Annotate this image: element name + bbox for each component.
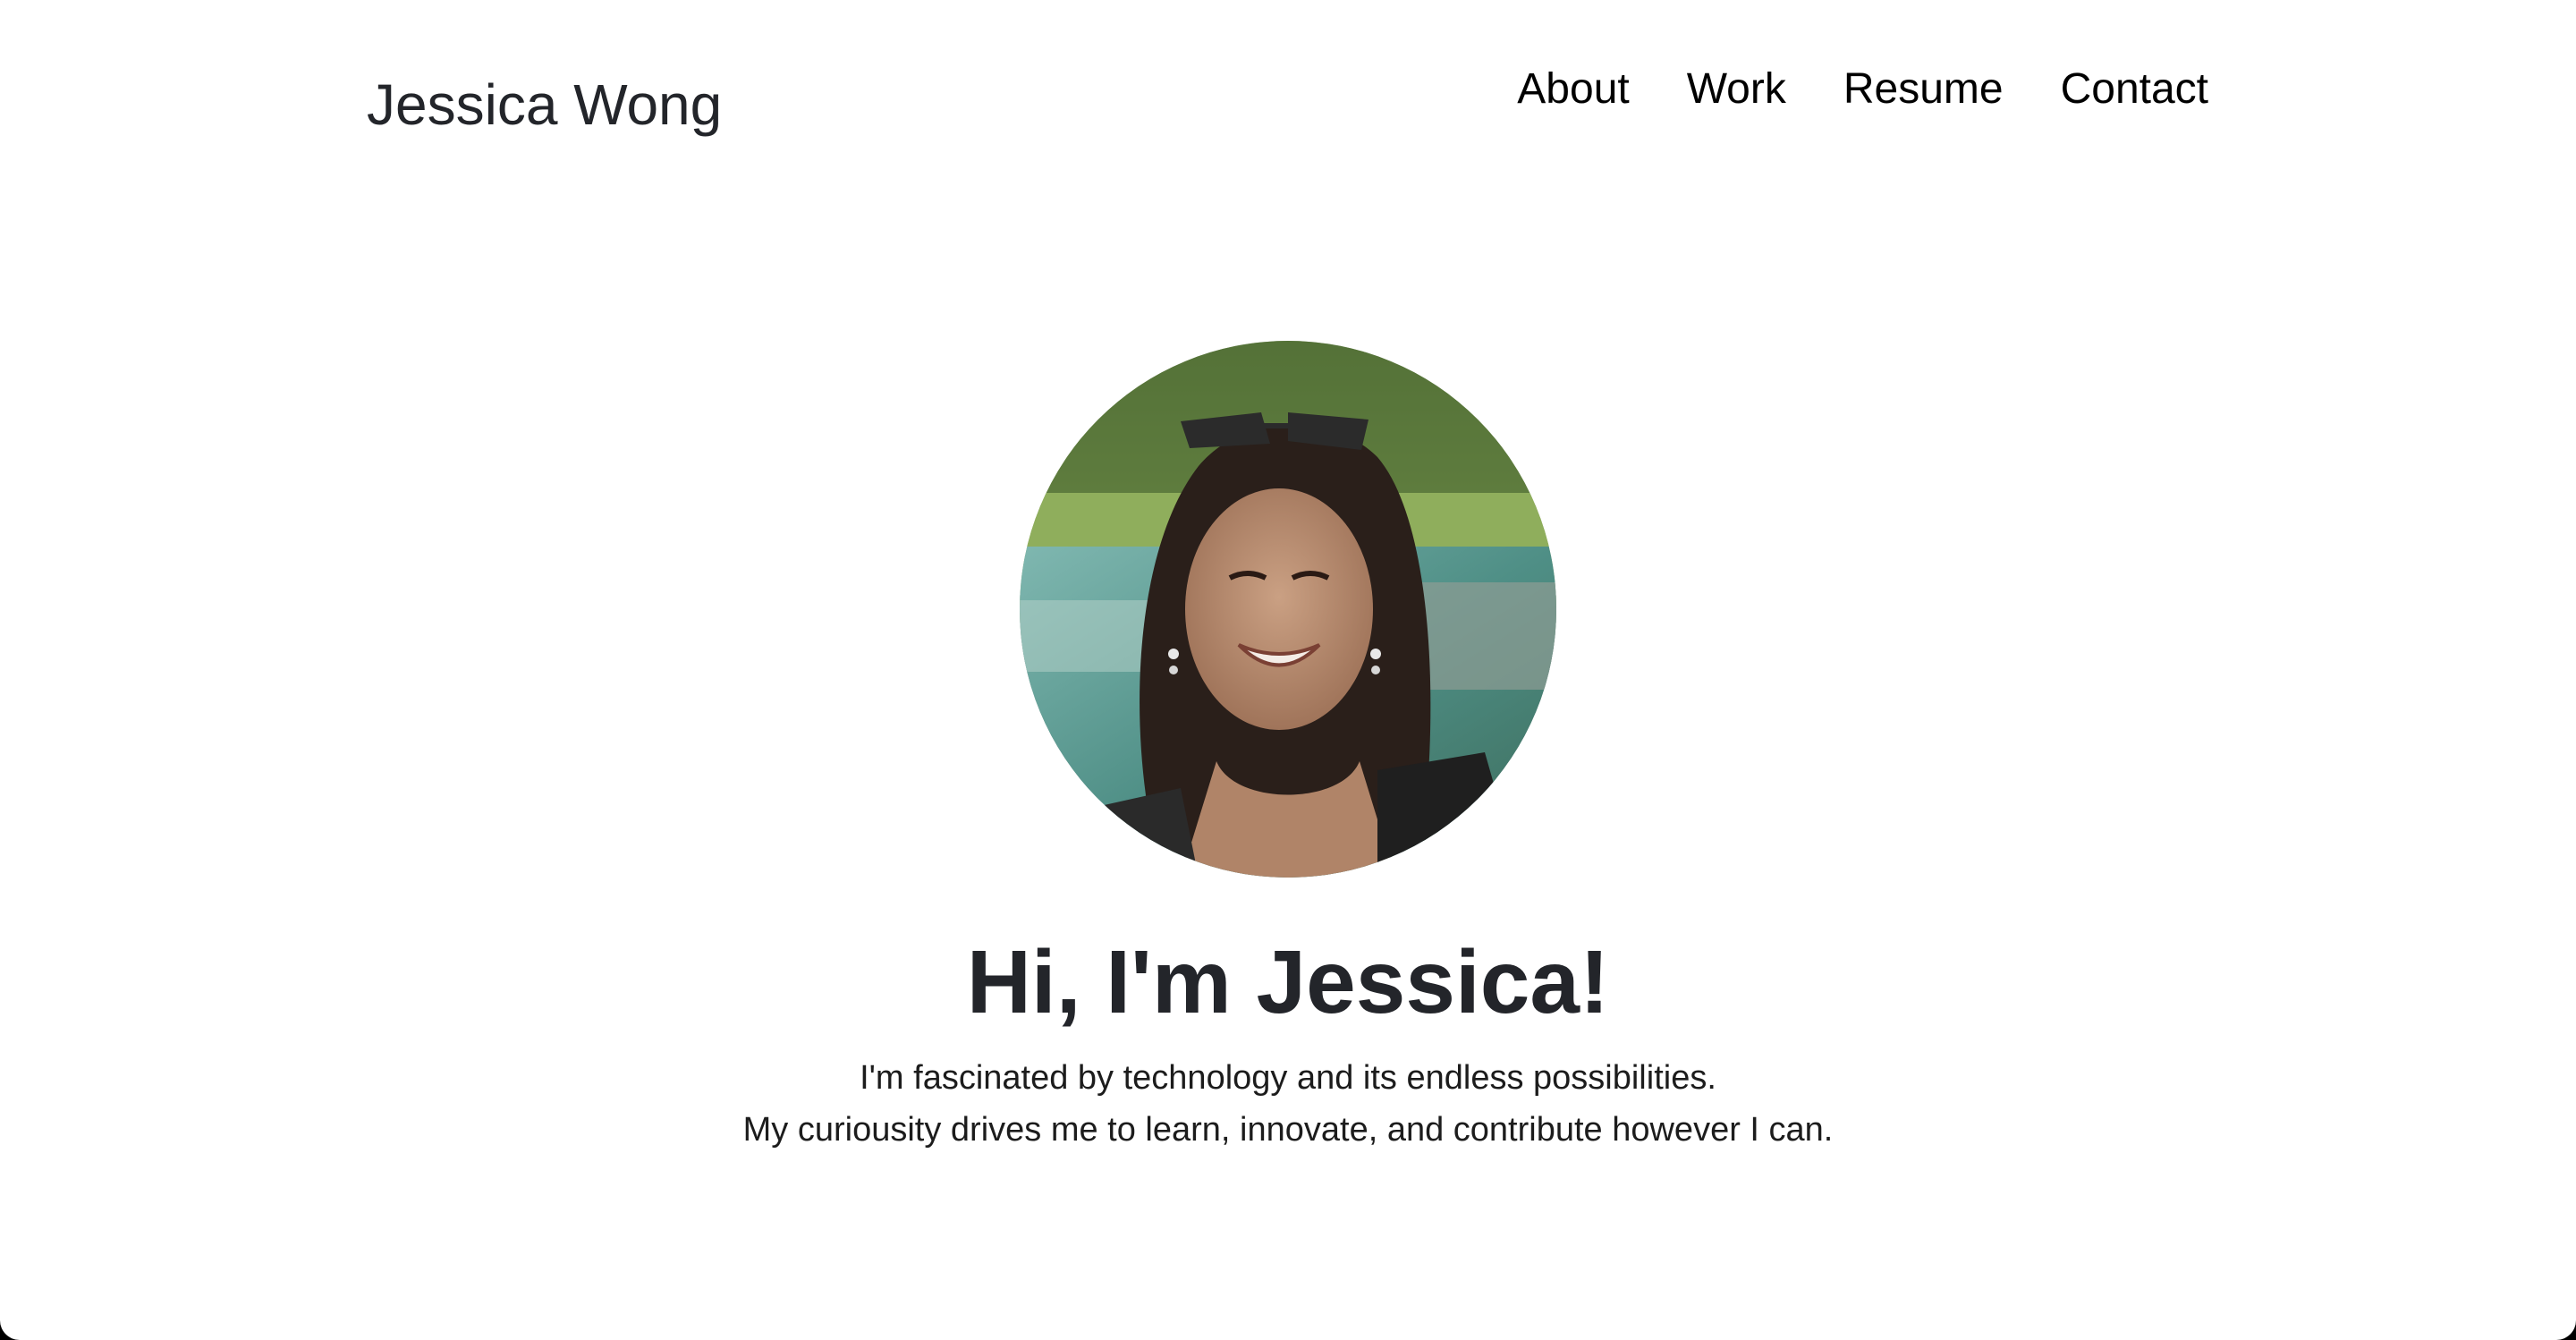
page: Jessica Wong About Work Resume Contact H… — [0, 0, 2576, 1340]
main-nav: About Work Resume Contact — [1517, 63, 2208, 116]
nav-work[interactable]: Work — [1687, 63, 1786, 116]
hero-tagline-line-1: I'm fascinated by technology and its end… — [860, 1059, 1716, 1097]
hero-heading: Hi, I'm Jessica! — [966, 932, 1610, 1032]
profile-photo — [1020, 341, 1556, 878]
site-brand-link[interactable]: Jessica Wong — [367, 70, 722, 140]
nav-resume[interactable]: Resume — [1843, 63, 2004, 116]
hero-tagline-line-2: My curiousity drives me to learn, innova… — [742, 1111, 1834, 1149]
nav-about[interactable]: About — [1517, 63, 1629, 116]
nav-contact[interactable]: Contact — [2061, 63, 2208, 116]
